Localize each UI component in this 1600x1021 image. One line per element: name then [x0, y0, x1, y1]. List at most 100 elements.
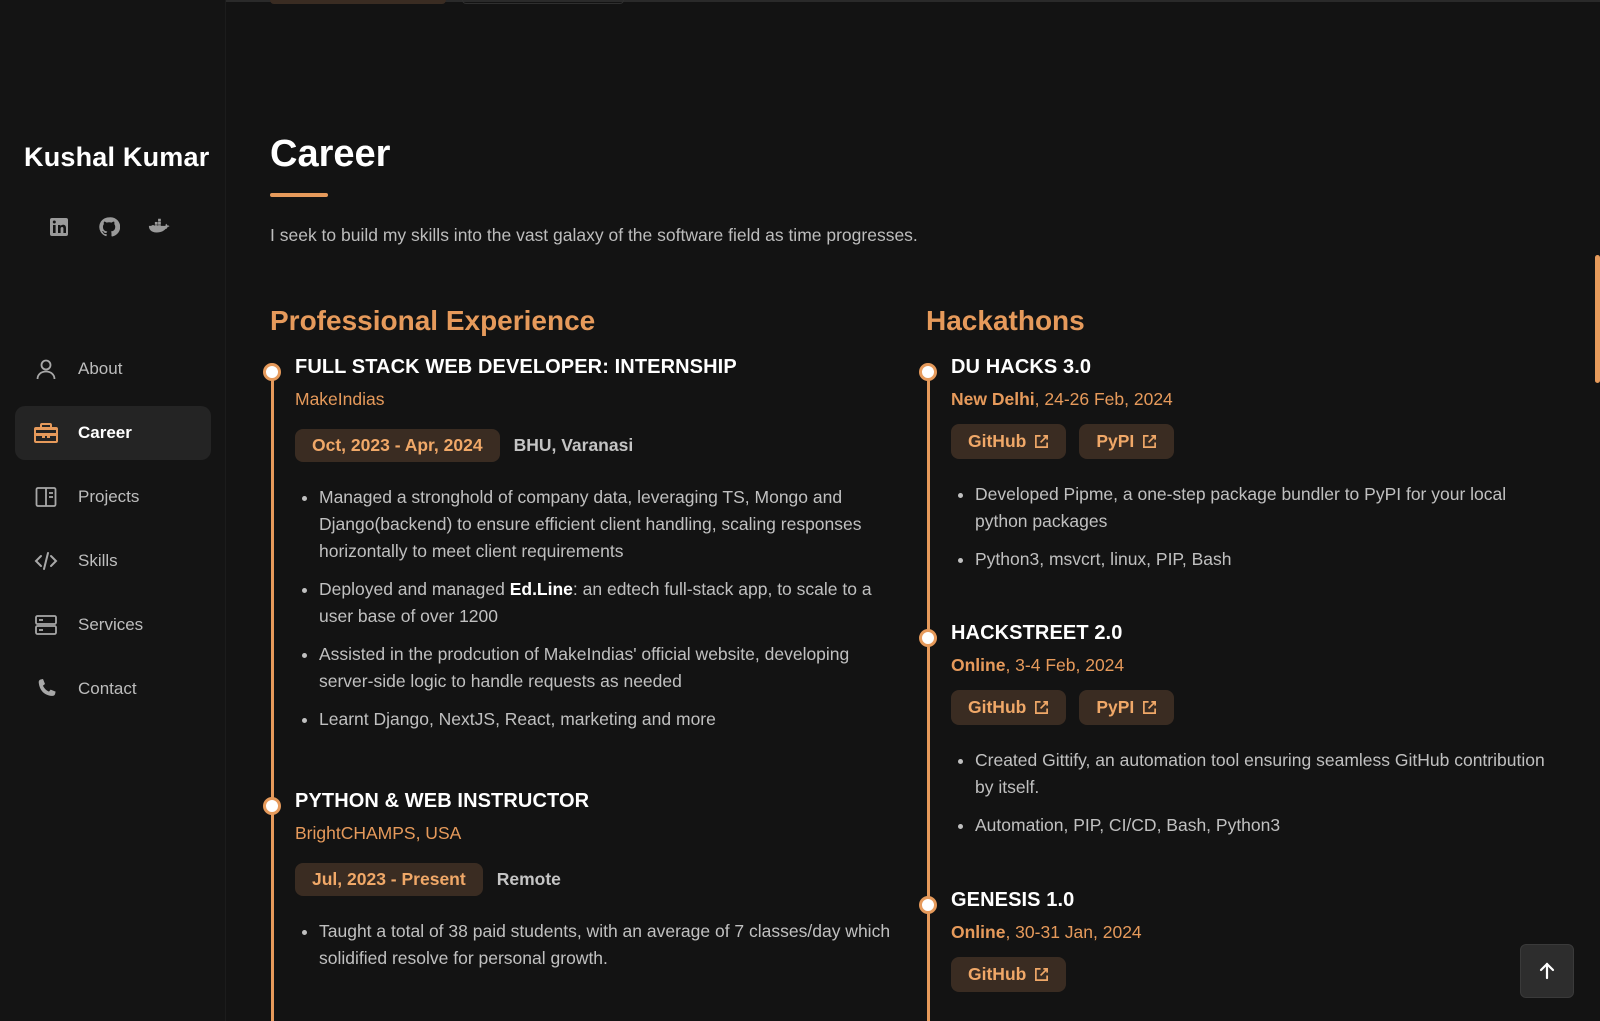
hackathon-details: Online, 30-31 Jan, 2024 [951, 922, 1551, 943]
sidebar-item-label: Career [78, 423, 132, 442]
sidebar-item-about[interactable]: About [15, 342, 211, 396]
external-link-icon [1035, 435, 1049, 448]
sidebar-item-career[interactable]: Career [15, 406, 211, 460]
pypi-link-button[interactable]: PyPI [1079, 690, 1175, 725]
sidebar: Kushal Kumar About Career Projects Skill… [0, 0, 226, 1021]
location-label: Remote [496, 869, 561, 889]
meta-row: Oct, 2023 - Apr, 2024 BHU, Varanasi [295, 429, 895, 462]
hackathon-timeline: DU HACKS 3.0 New Delhi, 24-26 Feb, 2024 … [919, 356, 1560, 1021]
hackathon-place: Online [951, 922, 1006, 942]
external-link-icon [1143, 435, 1157, 448]
github-link-button[interactable]: GitHub [951, 957, 1067, 992]
experience-entry: FULL STACK WEB DEVELOPER: INTERNSHIP Mak… [295, 356, 895, 744]
hackathon-details: Online, 3-4 Feb, 2024 [951, 655, 1551, 676]
timeline-line [271, 372, 274, 1021]
list-item: Created Gittify, an automation tool ensu… [975, 747, 1551, 801]
list-item: Deployed and managed Ed.Line: an edtech … [319, 576, 895, 630]
github-icon[interactable] [98, 216, 120, 238]
github-link-button[interactable]: GitHub [951, 690, 1067, 725]
external-link-icon [1035, 701, 1049, 714]
hackathon-place: New Delhi [951, 389, 1035, 409]
list-item: Taught a total of 38 paid students, with… [319, 918, 895, 972]
github-link-button[interactable]: GitHub [951, 424, 1067, 459]
server-icon [33, 612, 59, 638]
experience-timeline: FULL STACK WEB DEVELOPER: INTERNSHIP Mak… [263, 356, 890, 1021]
location-label: BHU, Varanasi [513, 435, 634, 455]
link-label: GitHub [968, 964, 1027, 984]
links-row: GitHub [951, 957, 1551, 992]
section-title: Professional Experience [270, 305, 596, 336]
link-label: GitHub [968, 431, 1027, 451]
pypi-link-button[interactable]: PyPI [1079, 424, 1175, 459]
hackathon-date: , 3-4 Feb, 2024 [1005, 655, 1125, 675]
meta-row: Jul, 2023 - Present Remote [295, 863, 895, 896]
hackathon-name: GENESIS 1.0 [951, 889, 1075, 911]
bullet-list: Created Gittify, an automation tool ensu… [951, 747, 1551, 839]
hackathon-place: Online [951, 655, 1006, 675]
title-underline [270, 193, 328, 197]
timeline-dot [919, 896, 937, 914]
list-item: Assisted in the prodcution of MakeIndias… [319, 641, 895, 695]
intro-text: I seek to build my skills into the vast … [270, 225, 918, 245]
list-item: Managed a stronghold of company data, le… [319, 484, 895, 565]
link-label: GitHub [968, 697, 1027, 717]
links-row: GitHub PyPI [951, 690, 1551, 725]
hackathon-name: HACKSTREET 2.0 [951, 622, 1123, 644]
hackathon-name: DU HACKS 3.0 [951, 356, 1092, 378]
sidebar-item-label: Skills [78, 551, 118, 570]
sidebar-item-services[interactable]: Services [15, 598, 211, 652]
bullet-list: Developed Pipme, a one-step package bund… [951, 481, 1551, 573]
scroll-to-top-button[interactable] [1520, 944, 1574, 998]
project-name: Ed.Line [509, 579, 573, 599]
date-badge: Oct, 2023 - Apr, 2024 [295, 429, 500, 462]
list-item-text: Deployed and managed [319, 579, 510, 599]
page-title: Career [270, 133, 391, 175]
role-title: PYTHON & WEB INSTRUCTOR [295, 790, 590, 812]
role-title: FULL STACK WEB DEVELOPER: INTERNSHIP [295, 356, 737, 378]
bullet-list: Managed a stronghold of company data, le… [295, 484, 895, 733]
external-link-icon [1035, 968, 1049, 981]
arrow-up-icon [1539, 962, 1555, 980]
briefcase-icon [33, 420, 59, 446]
link-label: PyPI [1096, 431, 1135, 451]
docker-icon[interactable] [148, 216, 170, 238]
scrollbar-thumb[interactable] [1595, 255, 1600, 383]
timeline-dot [919, 363, 937, 381]
hackathon-date: , 24-26 Feb, 2024 [1034, 389, 1173, 409]
list-item: Automation, PIP, CI/CD, Bash, Python3 [975, 812, 1551, 839]
code-icon [33, 548, 59, 574]
brand-name: Kushal Kumar [24, 142, 210, 172]
hackathon-entry: HACKSTREET 2.0 Online, 3-4 Feb, 2024 Git… [951, 622, 1551, 850]
date-badge: Jul, 2023 - Present [295, 863, 483, 896]
sidebar-item-label: Projects [78, 487, 140, 506]
sidebar-item-label: Services [78, 615, 144, 634]
list-item: Python3, msvcrt, linux, PIP, Bash [975, 546, 1551, 573]
link-label: PyPI [1096, 697, 1135, 717]
hackathon-details: New Delhi, 24-26 Feb, 2024 [951, 389, 1551, 410]
list-item: Developed Pipme, a one-step package bund… [975, 481, 1551, 535]
sidebar-item-skills[interactable]: Skills [15, 534, 211, 588]
user-icon [33, 356, 59, 382]
list-item: Learnt Django, NextJS, React, marketing … [319, 706, 895, 733]
external-link-icon [1143, 701, 1157, 714]
sidebar-nav: About Career Projects Skills Services Co… [15, 342, 211, 726]
sidebar-item-label: Contact [78, 679, 137, 698]
phone-icon [33, 676, 59, 702]
linkedin-icon[interactable] [48, 216, 70, 238]
sidebar-item-projects[interactable]: Projects [15, 470, 211, 524]
timeline-dot [263, 363, 281, 381]
company-name: BrightCHAMPS, USA [295, 823, 462, 843]
hackathons-section: Hackathons DU HACKS 3.0 New Delhi, 24-26… [919, 305, 1560, 1021]
bullet-list: Taught a total of 38 paid students, with… [295, 918, 895, 972]
timeline-line [927, 372, 930, 1021]
book-icon [33, 484, 59, 510]
sidebar-item-contact[interactable]: Contact [15, 662, 211, 716]
hackathon-entry: GENESIS 1.0 Online, 30-31 Jan, 2024 GitH… [951, 889, 1551, 992]
experience-section: Professional Experience FULL STACK WEB D… [263, 305, 890, 1021]
experience-entry: PYTHON & WEB INSTRUCTOR BrightCHAMPS, US… [295, 790, 895, 983]
sidebar-item-label: About [78, 359, 123, 378]
main-content: Career I seek to build my skills into th… [263, 0, 1560, 1021]
links-row: GitHub PyPI [951, 424, 1551, 459]
timeline-dot [263, 797, 281, 815]
section-title: Hackathons [926, 305, 1085, 336]
